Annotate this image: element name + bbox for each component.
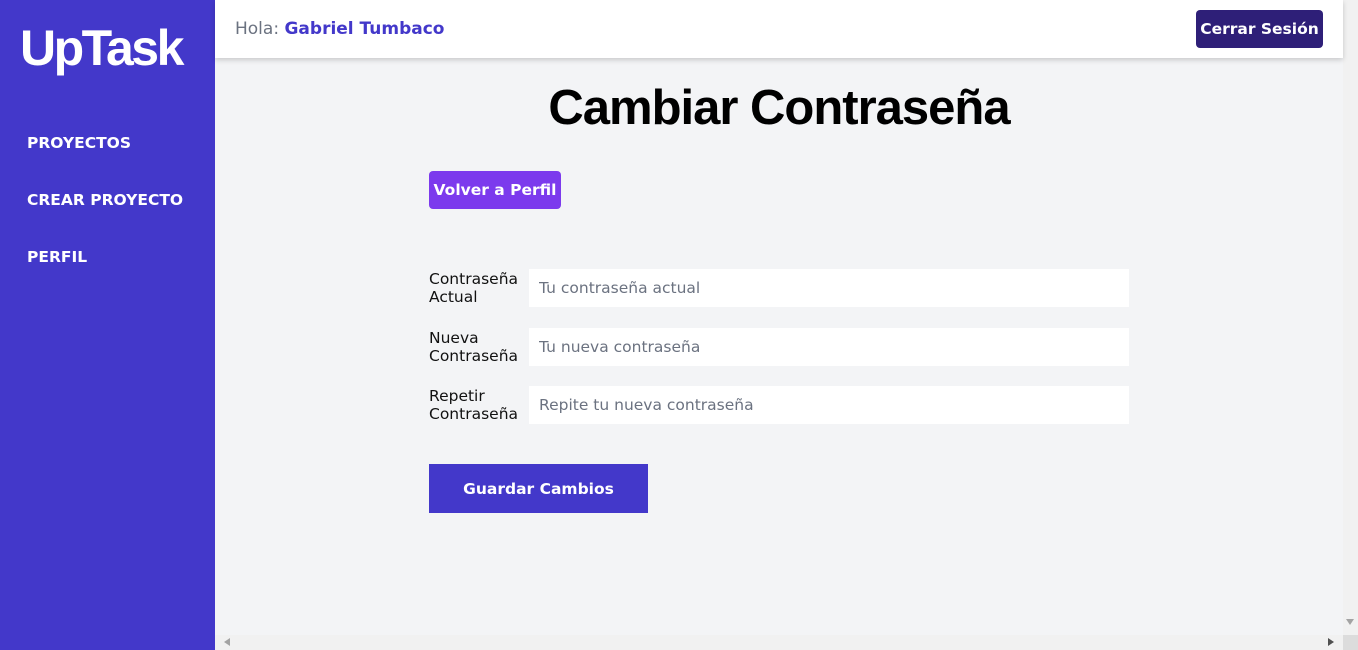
vertical-scrollbar[interactable] [1343,0,1358,635]
scroll-left-arrow-icon[interactable] [224,638,230,646]
current-password-label: Contraseña Actual [429,270,519,306]
logout-button[interactable]: Cerrar Sesión [1196,10,1323,48]
back-to-profile-button[interactable]: Volver a Perfil [429,171,561,209]
app: UpTask PROYECTOS CREAR PROYECTO PERFIL H… [0,0,1358,650]
current-password-input[interactable] [529,269,1129,307]
header-bar: Hola: Gabriel Tumbaco Cerrar Sesión [215,0,1343,58]
save-changes-button[interactable]: Guardar Cambios [429,464,648,513]
sidebar-item-crear-proyecto[interactable]: CREAR PROYECTO [27,191,183,209]
greeting: Hola: Gabriel Tumbaco [235,19,445,39]
repeat-password-input[interactable] [529,386,1129,424]
scroll-down-arrow-icon[interactable] [1346,619,1354,625]
new-password-input[interactable] [529,328,1129,366]
repeat-password-label: Repetir Contraseña [429,387,519,423]
sidebar: UpTask PROYECTOS CREAR PROYECTO PERFIL [0,0,215,650]
sidebar-item-proyectos[interactable]: PROYECTOS [27,134,131,152]
page-title: Cambiar Contraseña [548,81,1010,135]
new-password-label: Nueva Contraseña [429,329,519,365]
scroll-right-arrow-icon[interactable] [1328,638,1334,646]
logo[interactable]: UpTask [20,20,184,76]
user-name: Gabriel Tumbaco [284,19,445,39]
horizontal-scrollbar[interactable] [215,635,1343,650]
greeting-prefix: Hola: [235,19,280,39]
sidebar-item-perfil[interactable]: PERFIL [27,248,87,266]
main-content: Cambiar Contraseña Volver a Perfil Contr… [215,58,1343,635]
scrollbar-corner [1343,635,1358,650]
